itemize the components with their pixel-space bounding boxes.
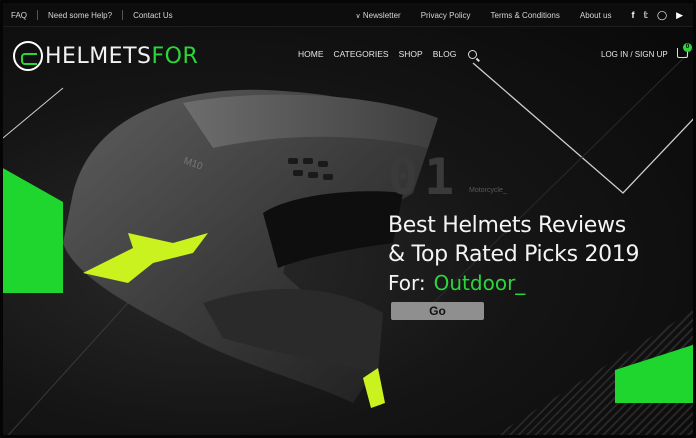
social-links: f 𝕥 ◯ ▶: [621, 10, 683, 21]
newsletter-link[interactable]: ∨ Newsletter: [346, 11, 411, 20]
search-icon[interactable]: [468, 49, 478, 59]
page-frame: M10 FAQ Need some Help? Contact Us ∨ New…: [0, 0, 696, 438]
go-button[interactable]: Go: [391, 302, 484, 320]
slide-category: Motorcycle_: [469, 187, 507, 194]
terms-link[interactable]: Terms & Conditions: [481, 11, 570, 20]
login-signup-link[interactable]: LOG IN / SIGN UP: [601, 50, 668, 59]
instagram-icon[interactable]: ◯: [657, 10, 667, 21]
facebook-icon[interactable]: f: [631, 10, 634, 20]
slide-number: 01: [388, 148, 461, 206]
faq-link[interactable]: FAQ: [11, 11, 37, 20]
privacy-policy-link[interactable]: Privacy Policy: [411, 11, 481, 20]
headline-line-2: & Top Rated Picks 2019: [388, 242, 640, 267]
nav-home[interactable]: HOME: [298, 49, 324, 59]
youtube-icon[interactable]: ▶: [676, 10, 683, 21]
top-bar-right: ∨ Newsletter Privacy Policy Terms & Cond…: [346, 3, 683, 27]
typed-word: Outdoor_: [433, 271, 526, 295]
helmet-logo-icon: [13, 41, 43, 71]
brand-name: HELMETSFOR: [45, 44, 198, 69]
top-bar: FAQ Need some Help? Contact Us ∨ Newslet…: [3, 3, 693, 27]
brand-name-part2: FOR: [151, 43, 199, 69]
headline-line-1: Best Helmets Reviews: [388, 213, 626, 238]
typed-line: For: Outdoor_: [388, 271, 525, 295]
diagonal-stripes: [486, 306, 693, 435]
help-link[interactable]: Need some Help?: [38, 11, 122, 20]
nav-blog[interactable]: BLOG: [433, 49, 457, 59]
cart-count-badge: 0: [683, 43, 692, 52]
brand-logo[interactable]: HELMETSFOR: [13, 41, 198, 71]
for-label: For:: [388, 271, 426, 295]
newsletter-label: Newsletter: [362, 10, 401, 20]
main-nav: HOME CATEGORIES SHOP BLOG: [298, 49, 478, 59]
hero-headline: Best Helmets Reviews & Top Rated Picks 2…: [388, 211, 640, 269]
top-bar-left: FAQ Need some Help? Contact Us: [11, 3, 183, 27]
about-us-link[interactable]: About us: [570, 11, 622, 20]
nav-shop[interactable]: SHOP: [399, 49, 423, 59]
contact-link[interactable]: Contact Us: [123, 11, 183, 20]
nav-categories[interactable]: CATEGORIES: [334, 49, 389, 59]
chevron-down-icon: ∨: [355, 12, 361, 20]
twitter-icon[interactable]: 𝕥: [643, 10, 648, 21]
brand-name-part1: HELMETS: [45, 43, 152, 69]
